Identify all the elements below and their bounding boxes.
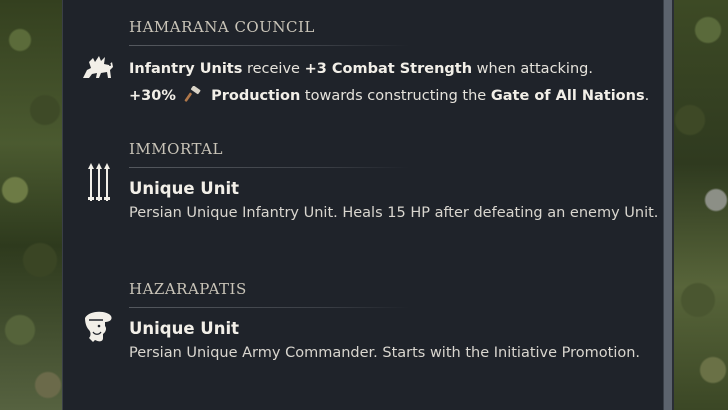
wonder-name: Gate of All Nations [490,88,645,104]
map-terrain-left [0,0,62,410]
scrollbar-track[interactable] [672,0,674,410]
section-divider [129,45,409,46]
map-terrain-right [668,0,728,410]
bonus-line-combat: Infantry Units receive +3 Combat Strengt… [129,61,593,77]
civilization-info-panel: HAMARANA COUNCIL Infantry Units receive … [62,0,664,410]
three-spears-icon [79,163,119,203]
scrollbar-thumb[interactable] [664,0,672,410]
bonus-text: towards constructing the [300,88,491,104]
section-heading: IMMORTAL [129,140,223,158]
section-divider [129,307,409,308]
unit-title: Unique Unit [129,319,239,338]
bonus-text: when attacking. [472,61,593,77]
section-divider [129,167,409,168]
unit-title: Unique Unit [129,179,239,198]
bonus-unit-type: Infantry Units [129,61,243,77]
winged-lion-icon [79,48,119,88]
section-heading: HAMARANA COUNCIL [129,18,315,36]
hammer-production-icon [184,85,202,102]
bonus-percent: +30% [129,88,176,104]
section-heading: HAZARAPATIS [129,280,247,298]
unit-description: Persian Unique Infantry Unit. Heals 15 H… [129,205,659,221]
bonus-combat-value: +3 Combat Strength [304,61,473,77]
unit-description: Persian Unique Army Commander. Starts wi… [129,345,641,361]
commander-head-icon [79,308,119,348]
bonus-text: . [644,88,650,104]
production-label: Production [211,88,301,104]
bonus-text: receive [242,61,305,77]
bonus-line-production: +30% Production towards constructing the… [129,85,650,104]
